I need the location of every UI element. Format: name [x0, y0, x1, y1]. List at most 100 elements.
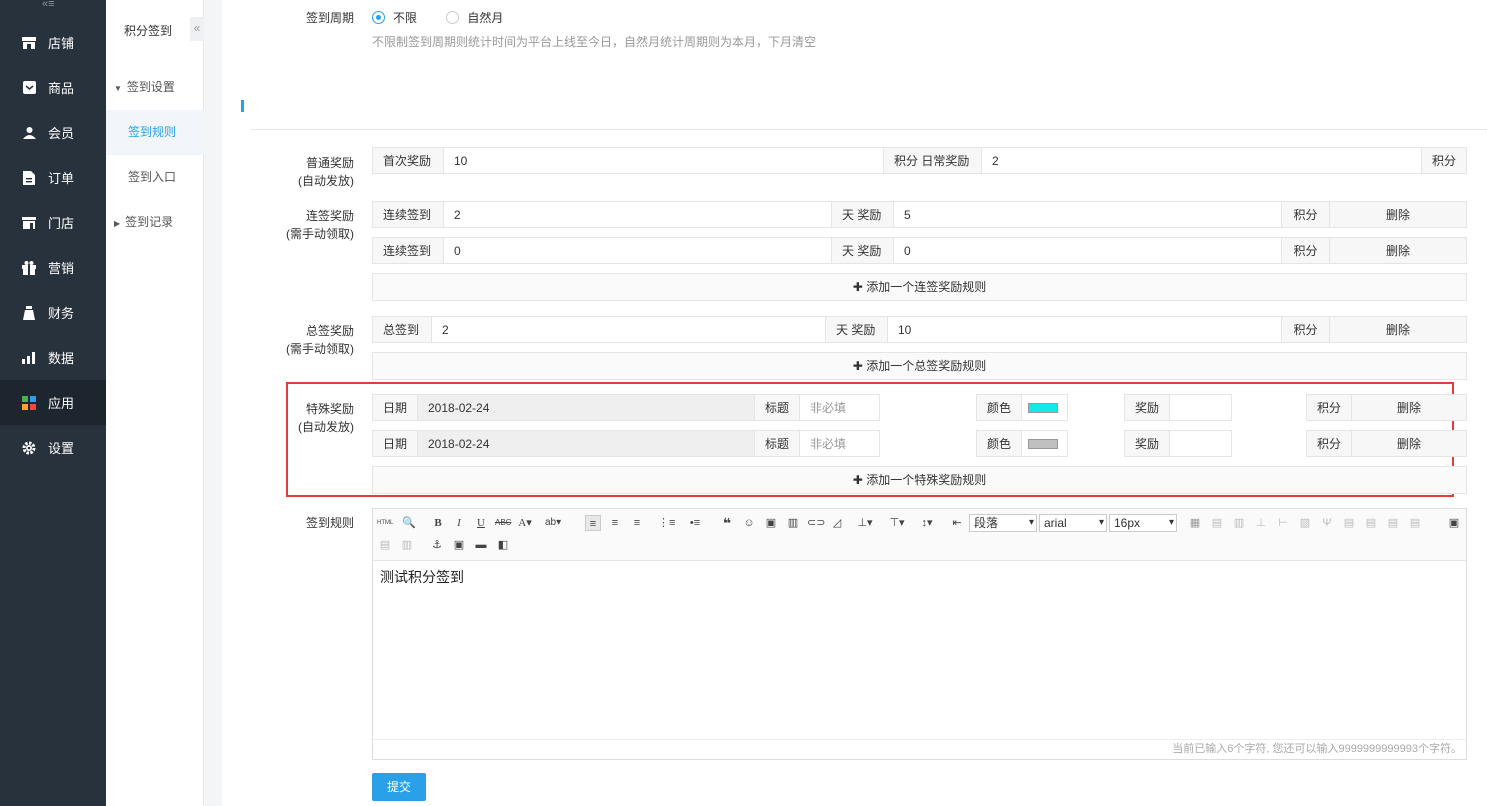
preview-icon[interactable]: 🔍 — [401, 515, 417, 531]
bold-icon[interactable]: B — [430, 515, 446, 531]
table-border-icon[interactable]: ▤ — [1385, 515, 1401, 531]
color-picker[interactable] — [1022, 394, 1068, 421]
streak-rule-row: 连续签到 0 天 奖励 0 积分 删除 — [372, 237, 1467, 264]
indent-icon[interactable]: ⊥▾ — [857, 515, 873, 531]
streak-prefix: 连续签到 — [373, 238, 443, 263]
submit-button[interactable]: 提交 — [372, 773, 426, 801]
editor-toolbar: HTML 🔍 B I U ABC A▾ ab▾ ≡ ≡ ≡ ⋮≡ •≡ ❝ ☺ … — [373, 509, 1466, 561]
total-points-input[interactable]: 10 — [887, 317, 1281, 342]
points-unit: 积分 — [1281, 317, 1329, 342]
delete-button[interactable]: 删除 — [1329, 202, 1466, 227]
sub-group-sign-records[interactable]: ▶ 签到记录 — [106, 200, 204, 245]
add-total-rule-button[interactable]: ✚ 添加一个总签奖励规则 — [372, 352, 1467, 380]
date-input[interactable]: 2018-02-24 — [418, 430, 754, 457]
streak-prefix: 连续签到 — [373, 202, 443, 227]
first-reward-label: 首次奖励 — [373, 148, 443, 173]
table-delete-row-icon[interactable]: ⊥ — [1253, 515, 1269, 531]
font-size-select[interactable]: 16px — [1109, 514, 1177, 532]
nav-item-finance[interactable]: 财务 — [0, 290, 106, 335]
table-row-icon[interactable]: ▤ — [377, 537, 393, 553]
quote-icon[interactable]: ❝ — [719, 515, 735, 531]
reward-input[interactable] — [1170, 394, 1232, 421]
underline-icon[interactable]: U — [473, 515, 489, 531]
add-streak-rule-button[interactable]: ✚ 添加一个连签奖励规则 — [372, 273, 1467, 301]
template-icon[interactable]: ◧ — [495, 537, 511, 553]
caret-down-icon: ▼ — [114, 84, 122, 93]
outdent-icon[interactable]: ⇤ — [949, 515, 965, 531]
nav-item-order[interactable]: 订单 — [0, 155, 106, 200]
paragraph-spacing-icon[interactable]: ⊤▾ — [889, 515, 905, 531]
collapse-menu-icon[interactable]: «≡ — [42, 0, 55, 10]
sub-group-sign-settings[interactable]: ▼ 签到设置 — [106, 65, 204, 110]
editor-content[interactable]: 测试积分签到 — [380, 567, 464, 587]
line-height-icon[interactable]: ↕▾ — [919, 515, 935, 531]
daily-reward-input[interactable]: 2 — [981, 148, 1421, 173]
anchor-icon[interactable]: ⚓ — [429, 537, 445, 553]
nav-item-apps[interactable]: 应用 — [0, 380, 106, 425]
nav-item-shop[interactable]: 店铺 — [0, 20, 106, 65]
table-props-icon[interactable]: ▤ — [1407, 515, 1423, 531]
table-cell-icon[interactable]: ▤ — [1341, 515, 1357, 531]
sub-item-sign-rules[interactable]: 签到规则 — [106, 110, 204, 155]
emoji-icon[interactable]: ☺ — [741, 515, 757, 531]
italic-icon[interactable]: I — [451, 515, 467, 531]
delete-button[interactable]: 删除 — [1329, 317, 1466, 342]
store-icon — [22, 216, 36, 230]
delete-button[interactable]: 删除 — [1352, 394, 1467, 421]
reward-label: 奖励 — [1124, 394, 1170, 421]
color-swatch — [1028, 402, 1058, 413]
ordered-list-icon[interactable]: ⋮≡ — [658, 515, 675, 531]
cycle-option-month[interactable]: 自然月 — [446, 11, 503, 25]
add-special-rule-button[interactable]: ✚ 添加一个特殊奖励规则 — [372, 466, 1467, 494]
table-split-icon[interactable]: ▧ — [1297, 515, 1313, 531]
table-delete-col-icon[interactable]: ⊢ — [1275, 515, 1291, 531]
title-input[interactable]: 非必填 — [800, 394, 880, 421]
nav-item-data[interactable]: 数据 — [0, 335, 106, 380]
code-icon[interactable]: ▣ — [451, 537, 467, 553]
cycle-option-unlimited[interactable]: 不限 — [372, 11, 417, 25]
html-source-icon[interactable]: HTML — [377, 515, 393, 531]
sub-item-sign-entry[interactable]: 签到入口 — [106, 155, 204, 200]
eraser-icon[interactable]: ◿ — [829, 515, 845, 531]
nav-item-member[interactable]: 会员 — [0, 110, 106, 155]
nav-item-store[interactable]: 门店 — [0, 200, 106, 245]
align-left-icon[interactable]: ≡ — [585, 515, 601, 531]
streak-points-input[interactable]: 5 — [893, 202, 1281, 227]
unordered-list-icon[interactable]: •≡ — [687, 515, 703, 531]
date-input[interactable]: 2018-02-24 — [418, 394, 754, 421]
reward-input[interactable] — [1170, 430, 1232, 457]
streak-mid: 天 奖励 — [831, 202, 893, 227]
video-icon[interactable]: ▥ — [785, 515, 801, 531]
nav-item-goods[interactable]: 商品 — [0, 65, 106, 110]
link-icon[interactable]: ⊂⊃ — [807, 515, 825, 531]
table-insert-col-icon[interactable]: ▥ — [1231, 515, 1247, 531]
strikethrough-icon[interactable]: ABC — [495, 515, 511, 531]
paragraph-select[interactable]: 段落 — [969, 514, 1037, 532]
sub-nav-toggle[interactable]: « — [190, 17, 204, 41]
delete-button[interactable]: 删除 — [1329, 238, 1466, 263]
streak-days-input[interactable]: 0 — [443, 238, 831, 263]
fullscreen-icon[interactable]: ▣ — [1446, 515, 1462, 531]
nav-item-settings[interactable]: 设置 — [0, 425, 106, 470]
table-merge-icon[interactable]: Ψ — [1319, 515, 1335, 531]
align-right-icon[interactable]: ≡ — [629, 515, 645, 531]
title-input[interactable]: 非必填 — [800, 430, 880, 457]
table-insert-row-icon[interactable]: ▤ — [1209, 515, 1225, 531]
font-color-icon[interactable]: A▾ — [517, 515, 533, 531]
delete-button[interactable]: 删除 — [1352, 430, 1467, 457]
highlight-icon[interactable]: ab▾ — [545, 515, 561, 531]
total-days-input[interactable]: 2 — [431, 317, 825, 342]
table-icon[interactable]: ▦ — [1187, 515, 1203, 531]
streak-points-input[interactable]: 0 — [893, 238, 1281, 263]
align-center-icon[interactable]: ≡ — [607, 515, 623, 531]
image-icon[interactable]: ▣ — [763, 515, 779, 531]
first-reward-input[interactable]: 10 — [443, 148, 883, 173]
nav-label: 店铺 — [48, 36, 75, 51]
table-col-icon[interactable]: ▥ — [399, 537, 415, 553]
color-picker[interactable] — [1022, 430, 1068, 457]
table-cell-merge-icon[interactable]: ▤ — [1363, 515, 1379, 531]
font-family-select[interactable]: arial — [1039, 514, 1107, 532]
nav-item-marketing[interactable]: 营销 — [0, 245, 106, 290]
print-icon[interactable]: ▬ — [473, 537, 489, 553]
streak-days-input[interactable]: 2 — [443, 202, 831, 227]
